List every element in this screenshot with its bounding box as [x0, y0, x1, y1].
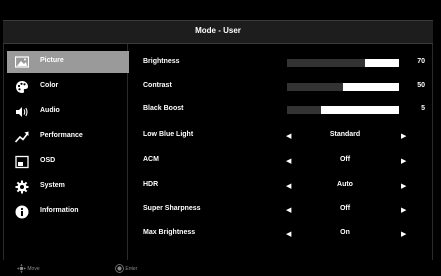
- setting-acm[interactable]: ACM ◀ Off ▶: [143, 155, 433, 169]
- sidebar-item-label: Information: [40, 207, 79, 214]
- monitor-osd-menu: Mode - User Picture Color Audio Performa…: [0, 0, 441, 276]
- arrow-left-icon[interactable]: ◀: [286, 230, 291, 238]
- setting-label: Black Boost: [143, 105, 184, 112]
- enter-hint: Enter: [115, 264, 137, 273]
- sidebar-item-system[interactable]: System: [7, 176, 129, 198]
- setting-label: Super Sharpness: [143, 205, 201, 212]
- arrow-left-icon[interactable]: ◀: [286, 157, 291, 165]
- arrow-right-icon[interactable]: ▶: [401, 157, 406, 165]
- arrow-right-icon[interactable]: ▶: [401, 230, 406, 238]
- sidebar-item-label: System: [40, 182, 65, 189]
- brightness-slider[interactable]: [287, 59, 399, 67]
- contrast-slider[interactable]: [287, 83, 399, 91]
- arrow-left-icon[interactable]: ◀: [286, 182, 291, 190]
- slider-fill: [287, 83, 343, 91]
- sidebar-item-label: Performance: [40, 132, 83, 139]
- footer-hints: Move Enter: [3, 261, 433, 276]
- enter-hint-label: Enter: [125, 265, 138, 272]
- setting-label: ACM: [143, 156, 159, 163]
- setting-contrast[interactable]: Contrast 50: [143, 81, 433, 95]
- setting-value: 5: [421, 105, 425, 112]
- setting-brightness[interactable]: Brightness 70: [143, 57, 433, 71]
- arrow-left-icon[interactable]: ◀: [286, 206, 291, 214]
- setting-label: HDR: [143, 181, 159, 188]
- picture-icon: [15, 56, 29, 68]
- joystick-press-icon: [115, 264, 124, 273]
- setting-value: Off: [339, 205, 351, 212]
- setting-value: 50: [417, 82, 425, 89]
- move-hint-label: Move: [27, 265, 40, 272]
- slider-fill: [287, 59, 366, 67]
- sidebar-item-performance[interactable]: Performance: [7, 126, 129, 148]
- sidebar-item-label: Picture: [40, 57, 64, 64]
- title-bar: Mode - User: [3, 20, 433, 44]
- gear-icon: [15, 180, 29, 194]
- info-icon: [15, 205, 29, 219]
- sidebar-item-picture[interactable]: Picture: [7, 51, 129, 73]
- setting-value: Auto: [337, 181, 353, 188]
- page-title: Mode - User: [195, 26, 241, 35]
- arrow-right-icon[interactable]: ▶: [401, 206, 406, 214]
- setting-label: Max Brightness: [143, 229, 196, 236]
- setting-value: Off: [339, 156, 351, 163]
- sidebar-item-color[interactable]: Color: [7, 76, 129, 98]
- sidebar-item-label: Audio: [40, 107, 60, 114]
- setting-hdr[interactable]: HDR ◀ Auto ▶: [143, 180, 433, 194]
- setting-super-sharpness[interactable]: Super Sharpness ◀ Off ▶: [143, 204, 433, 218]
- performance-icon: [15, 131, 29, 143]
- sidebar-item-audio[interactable]: Audio: [7, 101, 129, 123]
- arrow-left-icon[interactable]: ◀: [286, 132, 291, 140]
- setting-black-boost[interactable]: Black Boost 5: [143, 104, 433, 118]
- setting-value: On: [340, 229, 350, 236]
- setting-max-brightness[interactable]: Max Brightness ◀ On ▶: [143, 228, 433, 242]
- setting-label: Contrast: [143, 82, 172, 89]
- slider-fill: [287, 106, 321, 114]
- setting-low-blue-light[interactable]: Low Blue Light ◀ Standard ▶: [143, 130, 433, 144]
- arrow-right-icon[interactable]: ▶: [401, 132, 406, 140]
- arrow-right-icon[interactable]: ▶: [401, 182, 406, 190]
- move-hint: Move: [17, 264, 40, 273]
- color-palette-icon: [16, 81, 28, 93]
- sidebar-item-osd[interactable]: OSD: [7, 151, 129, 173]
- joystick-move-icon: [17, 264, 26, 273]
- sidebar-item-label: OSD: [40, 157, 56, 164]
- sidebar-item-label: Color: [40, 82, 59, 89]
- sidebar: Picture Color Audio Performance OSD Syst…: [3, 50, 129, 256]
- setting-value: Standard: [329, 131, 361, 138]
- setting-label: Low Blue Light: [143, 131, 194, 138]
- black-boost-slider[interactable]: [287, 106, 399, 114]
- sidebar-item-information[interactable]: Information: [7, 201, 129, 223]
- osd-icon: [15, 155, 29, 169]
- setting-label: Brightness: [143, 58, 180, 65]
- speaker-icon: [16, 107, 28, 117]
- setting-value: 70: [417, 58, 425, 65]
